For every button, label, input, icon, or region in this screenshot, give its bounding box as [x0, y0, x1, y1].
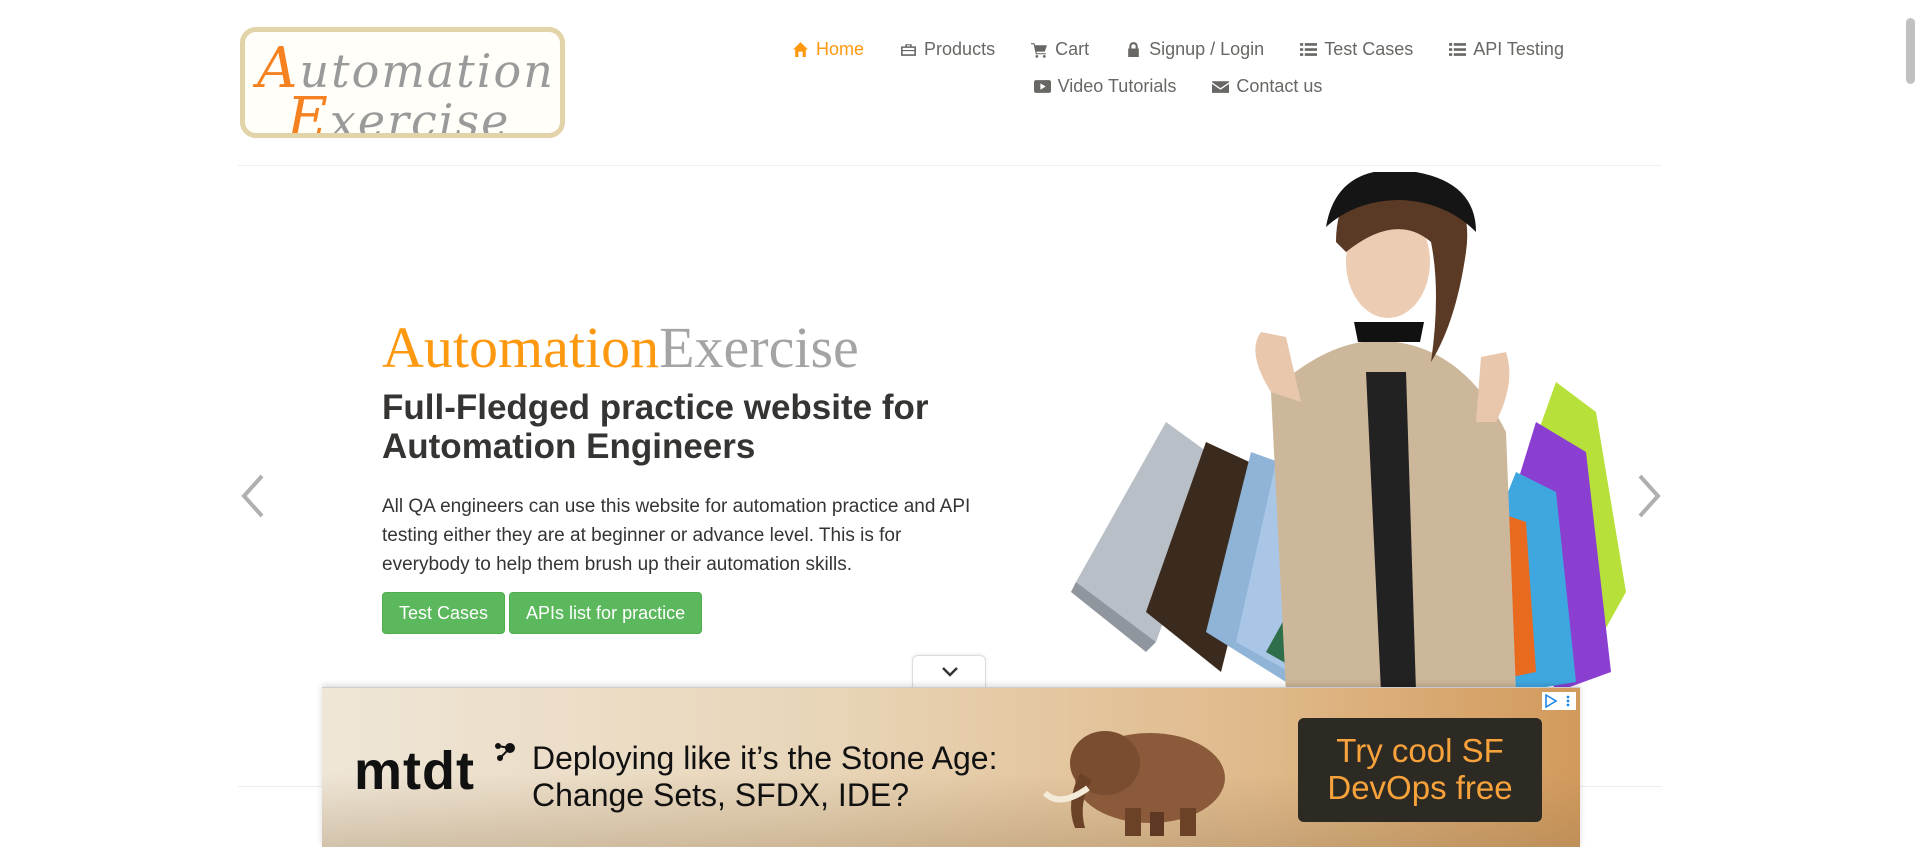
ad-cta-button[interactable]: Try cool SF DevOps free: [1298, 718, 1542, 822]
list-icon: [1449, 42, 1467, 56]
nav-home[interactable]: Home: [774, 38, 882, 60]
nav-signup-login[interactable]: Signup / Login: [1107, 38, 1282, 60]
ad-logo-mark-icon: [495, 743, 515, 761]
hero-brand-title: AutomationExercise: [382, 314, 859, 381]
nav-api-testing-label: API Testing: [1473, 38, 1564, 59]
nav-products-label: Products: [924, 38, 996, 59]
home-icon: [793, 41, 808, 57]
chevron-left-icon: [241, 474, 264, 518]
cart-icon: [1031, 42, 1048, 58]
chevron-right-icon: [1638, 474, 1661, 518]
envelope-icon: [1212, 80, 1230, 93]
youtube-play-icon: [1033, 79, 1051, 93]
briefcase-icon: [901, 43, 916, 56]
nav-video-tutorials-label: Video Tutorials: [1057, 75, 1177, 96]
hero-description: All QA engineers can use this website fo…: [382, 496, 971, 575]
more-vertical-icon: [1566, 695, 1569, 707]
hero-shopping-girl-image: [1071, 172, 1626, 692]
nav-home-label: Home: [816, 38, 865, 59]
nav-signup-login-label: Signup / Login: [1149, 38, 1265, 59]
carousel-prev-button[interactable]: [238, 466, 270, 526]
hero-brand-part2: Exercise: [659, 315, 859, 380]
page-scrollbar[interactable]: [1900, 0, 1920, 847]
apis-list-button[interactable]: APIs list for practice: [509, 592, 703, 634]
mammoth-icon: [1042, 731, 1225, 836]
hero-heading: Full-Fledged practice website for Automa…: [382, 388, 929, 466]
site-header: Automation Exercise Home Products Cart S…: [238, 0, 1662, 166]
main-nav: Home Products Cart Signup / Login Test C…: [738, 38, 1618, 97]
site-logo[interactable]: Automation Exercise: [240, 27, 565, 138]
ad-choices[interactable]: [1542, 692, 1576, 710]
list-icon: [1300, 42, 1318, 56]
nav-cart[interactable]: Cart: [1013, 38, 1107, 60]
nav-contact-us[interactable]: Contact us: [1194, 75, 1340, 97]
hero-buttons: Test Cases APIs list for practice: [382, 592, 703, 634]
hero-brand-part1: Automation: [382, 315, 660, 380]
carousel-next-button[interactable]: [1632, 466, 1664, 526]
nav-api-testing[interactable]: API Testing: [1431, 38, 1582, 60]
lock-icon: [1128, 41, 1139, 57]
logo-line-2: Exercise: [287, 86, 511, 138]
nav-video-tutorials[interactable]: Video Tutorials: [1016, 75, 1195, 97]
nav-test-cases[interactable]: Test Cases: [1282, 38, 1431, 60]
nav-test-cases-label: Test Cases: [1324, 38, 1414, 59]
test-cases-button[interactable]: Test Cases: [382, 592, 506, 634]
nav-contact-us-label: Contact us: [1236, 75, 1323, 96]
ad-text: Deploying like it’s the Stone Age: Chang…: [532, 740, 998, 813]
ad-collapse-button[interactable]: [912, 655, 986, 687]
advertisement-banner[interactable]: mtdt Deploying like it’s the Stone Age: …: [322, 687, 1580, 847]
scrollbar-thumb[interactable]: [1906, 18, 1915, 84]
adchoices-icon: [1544, 694, 1558, 708]
ad-logo: mtdt: [354, 741, 475, 801]
nav-products[interactable]: Products: [882, 38, 1013, 60]
chevron-down-icon: [942, 667, 958, 677]
nav-cart-label: Cart: [1055, 38, 1090, 59]
